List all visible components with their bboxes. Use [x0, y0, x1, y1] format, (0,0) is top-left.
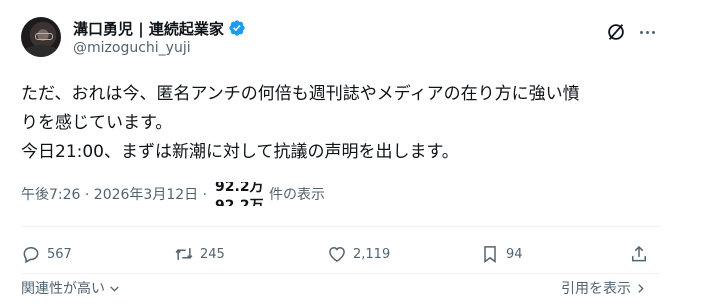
share-icon: [632, 245, 646, 262]
avatar[interactable]: [21, 17, 61, 57]
repost-count: 245: [200, 246, 225, 262]
avatar-glasses: [35, 33, 53, 40]
tweet-line: ただ、おれは今、匿名アンチの何倍も週刊誌やメディアの在り方に強い憤: [21, 84, 580, 104]
chevron-down-icon: [110, 285, 119, 292]
author-name-row: 溝口勇児 | 連続起業家: [73, 17, 246, 39]
bookmark-count: 94: [506, 246, 523, 262]
bookmark-button[interactable]: 94: [480, 240, 523, 268]
sort-label: 関連性が高い: [21, 281, 105, 297]
timestamp[interactable]: 午後7:26 · 2026年3月12日 ·: [21, 184, 207, 204]
avatar-shirt: [23, 45, 59, 57]
repost-button[interactable]: 245: [174, 240, 225, 268]
view-count-value: 92.2万: [215, 182, 264, 195]
verified-badge-icon[interactable]: [228, 19, 246, 37]
more-icon[interactable]: [636, 21, 658, 43]
like-count: 2,119: [353, 246, 391, 262]
tweet-meta: 午後7:26 · 2026年3月12日 · 92.2万 92.2万 件の表示: [21, 182, 325, 206]
tweet-line: りを感じています。: [21, 113, 173, 133]
divider: [21, 273, 661, 274]
chevron-right-icon: [638, 283, 644, 293]
divider: [21, 226, 661, 227]
reply-count: 567: [47, 246, 72, 262]
more-dot: [645, 30, 649, 34]
share-button[interactable]: [629, 240, 649, 268]
more-dot: [639, 30, 643, 34]
tweet-text: ただ、おれは今、匿名アンチの何倍も週刊誌やメディアの在り方に強い憤 りを感じてい…: [21, 80, 661, 167]
grok-icon[interactable]: [605, 21, 627, 43]
reply-button[interactable]: 567: [21, 240, 72, 268]
sort-replies-button[interactable]: 関連性が高い: [21, 278, 121, 298]
like-button[interactable]: 2,119: [327, 240, 390, 268]
repost-icon: [175, 248, 193, 260]
action-bar: 567 245 2,119 94: [21, 240, 661, 268]
more-dot: [651, 30, 655, 34]
tweet-line: 今日21:00、まずは新潮に対して抗議の声明を出します。: [21, 142, 459, 162]
author-handle[interactable]: @mizoguchi_yuji: [73, 40, 191, 56]
view-count: 92.2万 92.2万: [215, 182, 263, 206]
quote-label: 引用を表示: [561, 281, 631, 297]
bookmark-icon: [484, 246, 496, 263]
like-icon: [329, 246, 345, 262]
views-label: 件の表示: [269, 187, 326, 203]
view-count-value-next: 92.2万: [215, 198, 264, 206]
author-display-name[interactable]: 溝口勇児 | 連続起業家: [73, 18, 224, 39]
reply-icon: [23, 246, 39, 264]
view-quotes-link[interactable]: 引用を表示: [561, 278, 647, 298]
